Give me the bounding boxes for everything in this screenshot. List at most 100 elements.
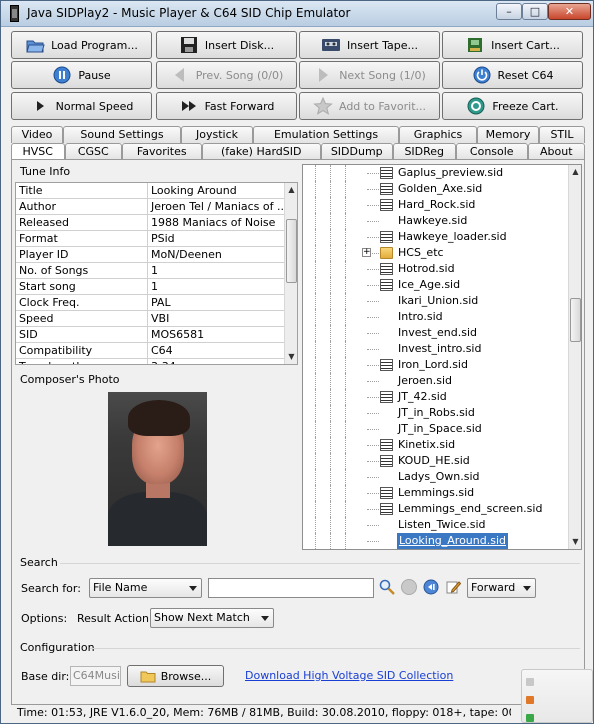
tune-info-row[interactable]: Clock Freq. PAL <box>16 295 284 311</box>
scroll-up-icon[interactable]: ▲ <box>285 183 297 197</box>
tree-file-item[interactable]: JT_in_Robs.sid <box>303 405 568 421</box>
fast-forward-button[interactable]: Fast Forward <box>156 92 297 120</box>
maximize-button[interactable]: □ <box>522 3 548 20</box>
tune-info-row[interactable]: Start song 1 <box>16 279 284 295</box>
download-hvsc-link[interactable]: Download High Voltage SID Collection <box>245 669 453 682</box>
tree-file-item[interactable]: Ladys_Own.sid <box>303 469 568 485</box>
freeze-cart-button[interactable]: Freeze Cart. <box>442 92 583 120</box>
tree-file-item[interactable]: JT_42.sid <box>303 389 568 405</box>
tab-siddump[interactable]: SIDDump <box>321 143 393 160</box>
tune-info-row[interactable]: Player ID MoN/Deenen <box>16 247 284 263</box>
tune-info-row[interactable]: Tune length3:34 <box>16 359 284 364</box>
tree-file-item[interactable]: Looking_Around.sid <box>303 532 568 549</box>
tree-file-item[interactable]: Invest_intro.sid <box>303 341 568 357</box>
tree-file-item[interactable]: Hard_Rock.sid <box>303 197 568 213</box>
edit-icon[interactable] <box>445 579 462 595</box>
base-dir-field[interactable]: C64Music <box>70 666 121 686</box>
insert-disk-button[interactable]: Insert Disk... <box>156 31 297 59</box>
tree-file-item[interactable]: Gaplus_preview.sid <box>303 165 568 181</box>
tab-memory[interactable]: Memory <box>477 126 539 143</box>
tree-file-item[interactable]: Lemmings_end_screen.sid <box>303 501 568 517</box>
prev-song-button[interactable]: Prev. Song (0/0) <box>156 61 297 89</box>
next-song-button[interactable]: Next Song (1/0) <box>299 61 440 89</box>
tree-file-item[interactable]: Iron_Lord.sid <box>303 357 568 373</box>
reset-search-icon[interactable] <box>423 579 439 595</box>
tree-file-item[interactable]: Hotrod.sid <box>303 261 568 277</box>
tree-guide-line <box>345 421 346 437</box>
tree-file-item[interactable]: Lemmings.sid <box>303 485 568 501</box>
tab-sidreg[interactable]: SIDReg <box>392 143 456 160</box>
tree-file-item[interactable]: Hawkeye.sid <box>303 213 568 229</box>
tab-emulation-settings[interactable]: Emulation Settings <box>253 126 399 143</box>
tab-joystick[interactable]: Joystick <box>181 126 253 143</box>
insert-tape-button[interactable]: Insert Tape... <box>299 31 440 59</box>
tab-favorites[interactable]: Favorites <box>122 143 202 160</box>
load-program-button[interactable]: Load Program... <box>11 31 152 59</box>
tree-file-item[interactable]: Jeroen.sid <box>303 373 568 389</box>
add-favorite-button[interactable]: Add to Favorit... <box>299 92 440 120</box>
tree-file-item[interactable]: Hawkeye_loader.sid <box>303 229 568 245</box>
tab-video[interactable]: Video <box>11 126 63 143</box>
expand-icon[interactable]: + <box>362 248 371 257</box>
tab-console[interactable]: Console <box>456 143 528 160</box>
tree-file-item[interactable]: Intro.sid <box>303 309 568 325</box>
tree-guide-line <box>330 437 331 453</box>
tab-cgsc[interactable]: CGSC <box>64 143 122 160</box>
tree-file-item[interactable]: Ice_Age.sid <box>303 277 568 293</box>
tree-file-item[interactable]: Listen_Twice.sid <box>303 517 568 533</box>
configuration-heading: Configuration <box>20 641 95 654</box>
reset-c64-button[interactable]: Reset C64 <box>442 61 583 89</box>
tune-info-row[interactable]: Author Jeroen Tel / Maniacs of ... <box>16 199 284 215</box>
composer-photo <box>108 392 207 546</box>
close-button[interactable]: ✕ <box>548 3 591 20</box>
minimize-button[interactable]: – <box>496 3 522 20</box>
tune-info-icon <box>380 391 393 403</box>
scroll-thumb[interactable] <box>570 298 581 342</box>
pause-button[interactable]: Pause <box>11 61 152 89</box>
tune-info-row[interactable]: Speed VBI <box>16 311 284 327</box>
scroll-down-icon[interactable]: ▼ <box>569 535 581 549</box>
title-bar[interactable]: Java SIDPlay2 - Music Player & C64 SID C… <box>1 1 593 27</box>
tab-about[interactable]: About <box>527 143 585 160</box>
tab-graphics[interactable]: Graphics <box>399 126 477 143</box>
search-field-select[interactable]: File Name <box>89 578 202 598</box>
tab-sound-settings[interactable]: Sound Settings <box>63 126 181 143</box>
tune-info-row[interactable]: Title Looking Around <box>16 183 284 199</box>
normal-speed-button[interactable]: Normal Speed <box>11 92 152 120</box>
tune-info-row[interactable]: Format PSid <box>16 231 284 247</box>
browse-button[interactable]: Browse... <box>127 665 224 687</box>
result-action-select[interactable]: Show Next Match <box>150 608 274 628</box>
insert-cart-button[interactable]: Insert Cart... <box>442 31 583 59</box>
tree-file-item[interactable]: KOUD_HE.sid <box>303 453 568 469</box>
tree-folder-item[interactable]: + HCS_etc <box>303 245 568 261</box>
tune-info-scrollbar[interactable]: ▲ ▼ <box>284 183 297 364</box>
tree-file-item[interactable]: JT_in_Space.sid <box>303 421 568 437</box>
tree-file-item[interactable]: Golden_Axe.sid <box>303 181 568 197</box>
tab-stil[interactable]: STIL <box>539 126 585 143</box>
tab-fake-hardsid[interactable]: (fake) HardSID <box>201 143 321 160</box>
freeze-icon <box>466 97 486 115</box>
scroll-down-icon[interactable]: ▼ <box>285 350 297 364</box>
tune-info-row[interactable]: Released 1988 Maniacs of Noise <box>16 215 284 231</box>
tree-file-item[interactable]: Invest_end.sid <box>303 325 568 341</box>
hvsc-file-tree[interactable]: Gaplus_preview.sid Golden_Axe.sid Hard_Roc… <box>302 164 582 550</box>
tree-guide-line <box>330 357 331 373</box>
search-direction-select[interactable]: Forward <box>467 578 536 598</box>
tree-file-item[interactable]: Ikari_Union.sid <box>303 293 568 309</box>
tune-info-row[interactable]: SID MOS6581 <box>16 327 284 343</box>
tree-guide-line <box>315 341 316 357</box>
tune-info-row[interactable]: No. of Songs 1 <box>16 263 284 279</box>
browse-label: Browse... <box>160 669 212 683</box>
tree-guide-line <box>315 453 316 469</box>
search-icon[interactable] <box>379 579 395 595</box>
scroll-thumb[interactable] <box>286 219 297 283</box>
search-input[interactable] <box>208 578 374 598</box>
tune-info-row[interactable]: Compatibility C64 <box>16 343 284 359</box>
tree-file-item[interactable]: Kinetix.sid <box>303 437 568 453</box>
tree-scrollbar[interactable]: ▲ ▼ <box>568 165 581 549</box>
scroll-up-icon[interactable]: ▲ <box>569 165 581 179</box>
stop-icon[interactable] <box>401 579 417 595</box>
tab-hvsc[interactable]: HVSC <box>11 143 65 160</box>
normal-speed-label: Normal Speed <box>55 99 134 113</box>
options-label: Options: <box>21 612 68 625</box>
